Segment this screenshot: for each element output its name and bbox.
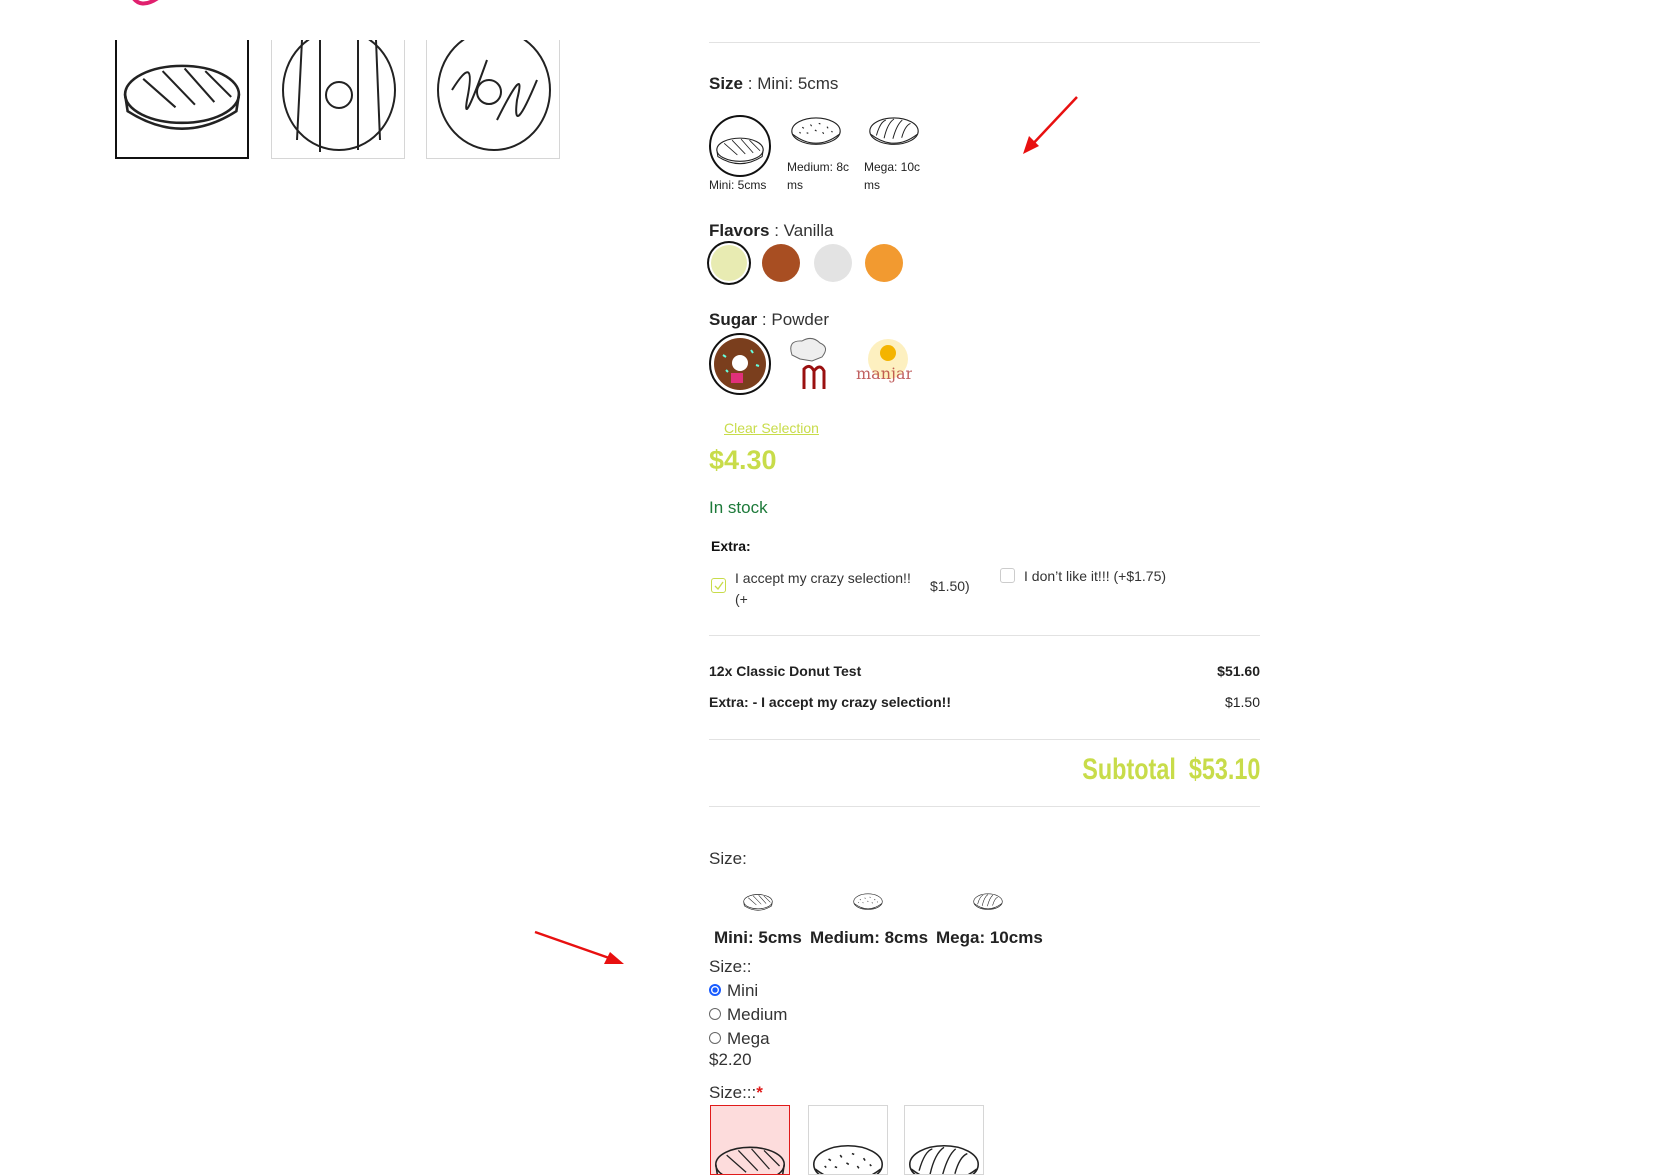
- size-box-mega[interactable]: [904, 1105, 984, 1175]
- gallery-thumb-classic[interactable]: [115, 40, 249, 159]
- size-radio-label: Size::: [709, 957, 752, 976]
- gallery-thumb-striped[interactable]: [271, 29, 405, 159]
- size-image-mini[interactable]: [740, 888, 776, 919]
- size-radio-mini[interactable]: Mini: [709, 981, 758, 1001]
- size-box-mini[interactable]: [710, 1105, 790, 1175]
- sugar-swatch-chef[interactable]: [782, 335, 834, 396]
- radio-button[interactable]: [709, 1007, 721, 1020]
- clear-selection-link[interactable]: Clear Selection: [724, 420, 819, 436]
- size-swatch-mega[interactable]: [866, 108, 922, 157]
- chef-hat-logo-image: [790, 337, 826, 389]
- divider: [709, 42, 1260, 43]
- sugar-swatch-powder[interactable]: [709, 333, 771, 395]
- size-radio-price: $2.20: [709, 1050, 752, 1069]
- extra-label: Extra:: [711, 538, 751, 554]
- sugar-attribute-label: Sugar : Powder: [709, 310, 829, 329]
- size-swatch-label: Mini: 5cms: [709, 178, 767, 192]
- summary-row: Extra: - I accept my crazy selection!! $1…: [709, 694, 1260, 710]
- divider: [709, 635, 1260, 636]
- size-box-medium[interactable]: [808, 1105, 888, 1175]
- checkmark-icon: [714, 581, 724, 591]
- size-swatch-label: Medium: 8cms: [787, 160, 850, 192]
- sugar-swatch-manjare[interactable]: manjare: [852, 335, 923, 398]
- size-radio-medium[interactable]: Medium: [709, 1005, 787, 1025]
- radio-button[interactable]: [709, 983, 721, 996]
- red-arrow-annotation: [534, 930, 624, 964]
- flavor-swatch-orange[interactable]: [865, 244, 903, 282]
- subtotal: Subtotal $53.10: [1081, 753, 1260, 786]
- size-image-label: Mini: 5cms: [714, 928, 802, 947]
- size-image-label: Medium: 8cms: [810, 928, 929, 947]
- size-attribute-label: Size : Mini: 5cms: [709, 74, 839, 93]
- size-swatch-label: Mega: 10cms: [864, 160, 921, 192]
- size-swatch-medium[interactable]: [788, 108, 844, 157]
- extra-option-accept-label: I accept my crazy selection!! (+: [735, 570, 911, 607]
- size-image-label: Mega: 10cms: [936, 928, 1043, 947]
- manjare-logo-image: manjare: [856, 339, 923, 383]
- extra-option-accept-price: $1.50): [930, 578, 970, 594]
- size-swatch-mini[interactable]: [709, 115, 771, 177]
- red-arrow-annotation: [1023, 96, 1078, 154]
- extra-checkbox-accept[interactable]: [711, 578, 726, 593]
- size-boxes-label: Size:::*: [709, 1083, 763, 1102]
- product-price: $4.30: [709, 445, 777, 475]
- size-radio-mega[interactable]: Mega: [709, 1029, 770, 1049]
- summary-row: 12x Classic Donut Test $51.60: [709, 663, 1260, 679]
- size-images-label: Size:: [709, 849, 747, 868]
- flavor-swatch-vanilla[interactable]: [711, 245, 747, 281]
- svg-text:manjare: manjare: [856, 364, 912, 383]
- extra-checkbox-dislike[interactable]: [1000, 568, 1015, 583]
- size-image-mega[interactable]: [970, 888, 1006, 919]
- stock-status: In stock: [709, 498, 768, 517]
- flavor-swatch-white[interactable]: [814, 244, 852, 282]
- flavors-attribute-label: Flavors : Vanilla: [709, 221, 834, 240]
- logo-fragment: [132, 0, 159, 6]
- radio-button[interactable]: [709, 1031, 721, 1044]
- divider: [709, 739, 1260, 740]
- divider: [709, 806, 1260, 807]
- extra-option-dislike-label: I don’t like it!!! (+$1.75): [1024, 568, 1167, 584]
- gallery-thumb-swirl[interactable]: [426, 29, 560, 159]
- sprinkle-donut-image: [714, 338, 766, 390]
- size-image-medium[interactable]: [850, 888, 886, 919]
- flavor-swatch-chocolate[interactable]: [762, 244, 800, 282]
